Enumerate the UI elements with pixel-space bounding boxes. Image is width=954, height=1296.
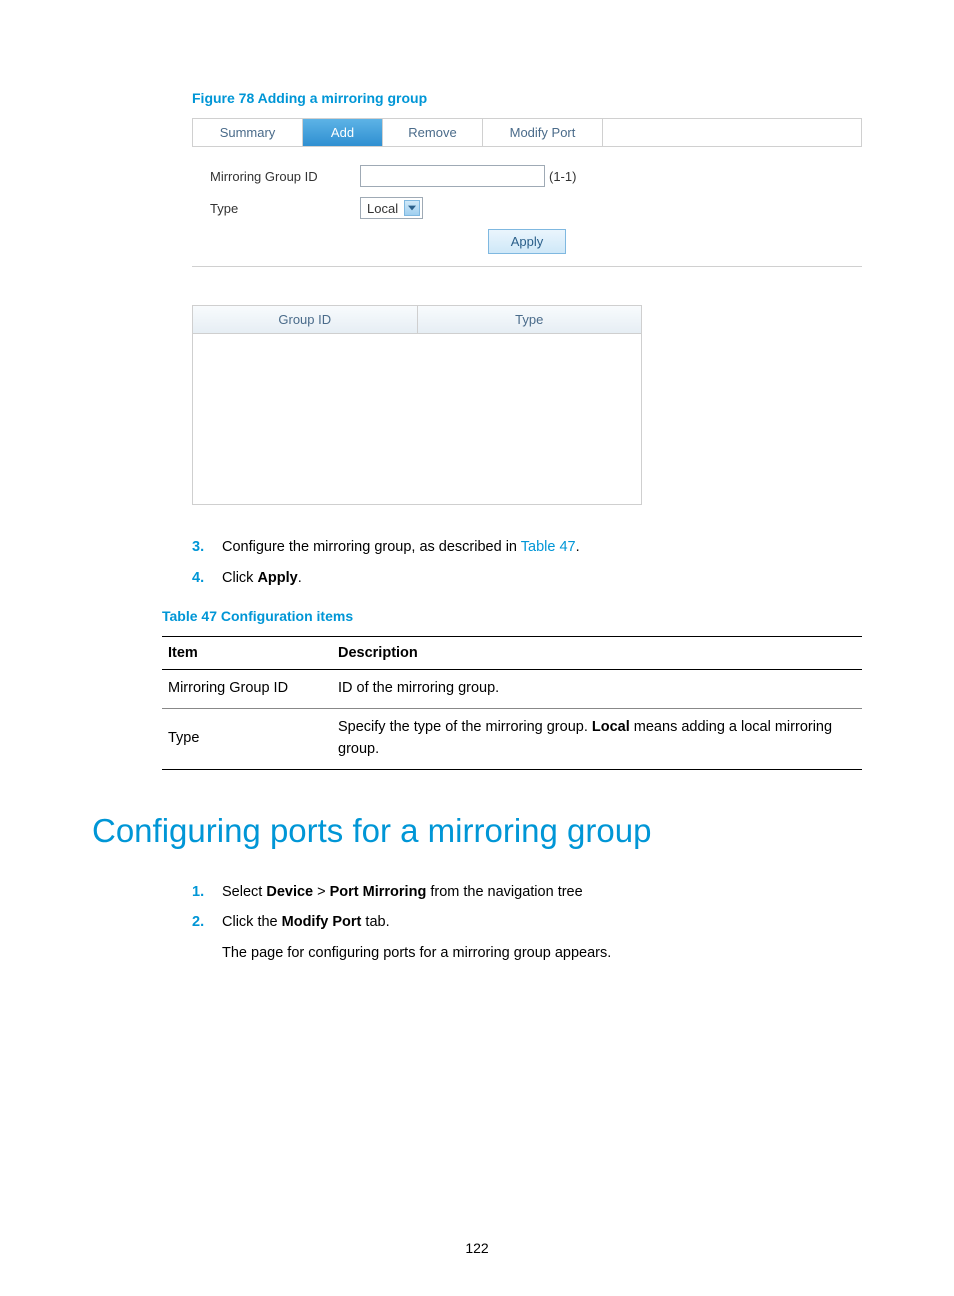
step-2: 2. Click the Modify Port tab. The page f… (192, 910, 862, 965)
tab-add[interactable]: Add (303, 119, 383, 146)
step-4: 4. Click Apply. (192, 566, 862, 591)
label-group-id: Mirroring Group ID (210, 169, 360, 184)
step-text: Click Apply. (222, 566, 862, 591)
cell-desc: Specify the type of the mirroring group.… (332, 709, 862, 770)
datagrid: Group ID Type (192, 305, 642, 505)
datagrid-body (193, 334, 641, 504)
col-group-id: Group ID (193, 306, 418, 333)
form-area: Mirroring Group ID (1-1) Type Local Appl… (192, 147, 862, 267)
apply-button[interactable]: Apply (488, 229, 567, 254)
step-number: 4. (192, 566, 222, 591)
th-item: Item (162, 637, 332, 670)
step-1: 1. Select Device > Port Mirroring from t… (192, 880, 862, 905)
table-row: Type Specify the type of the mirroring g… (162, 709, 862, 770)
row-type: Type Local (210, 197, 844, 219)
table-row: Mirroring Group ID ID of the mirroring g… (162, 670, 862, 709)
screenshot-panel: Summary Add Remove Modify Port Mirroring… (192, 118, 862, 267)
select-type-value: Local (367, 201, 398, 216)
step-number: 1. (192, 880, 222, 905)
config-table: Item Description Mirroring Group ID ID o… (162, 636, 862, 769)
table-caption: Table 47 Configuration items (162, 608, 862, 624)
tab-remove[interactable]: Remove (383, 119, 483, 146)
step-text: Select Device > Port Mirroring from the … (222, 880, 862, 905)
tab-summary[interactable]: Summary (193, 119, 303, 146)
step-number: 3. (192, 535, 222, 560)
cell-desc: ID of the mirroring group. (332, 670, 862, 709)
step-3: 3. Configure the mirroring group, as des… (192, 535, 862, 560)
chevron-down-icon (404, 200, 420, 216)
cell-item: Type (162, 709, 332, 770)
th-description: Description (332, 637, 862, 670)
section-heading: Configuring ports for a mirroring group (92, 812, 862, 850)
figure-caption: Figure 78 Adding a mirroring group (192, 90, 862, 106)
step-text: Configure the mirroring group, as descri… (222, 535, 862, 560)
cell-item: Mirroring Group ID (162, 670, 332, 709)
input-group-id[interactable] (360, 165, 545, 187)
page-number: 122 (0, 1240, 954, 1256)
tab-modify-port[interactable]: Modify Port (483, 119, 603, 146)
row-group-id: Mirroring Group ID (1-1) (210, 165, 844, 187)
tab-spacer (603, 119, 861, 146)
datagrid-area: Group ID Type (192, 305, 642, 505)
link-table-47[interactable]: Table 47 (521, 539, 576, 555)
step-number: 2. (192, 910, 222, 965)
step-list-a: 3. Configure the mirroring group, as des… (192, 535, 862, 590)
group-id-range: (1-1) (549, 169, 576, 184)
tab-bar: Summary Add Remove Modify Port (192, 118, 862, 147)
col-type: Type (418, 306, 642, 333)
datagrid-header: Group ID Type (193, 306, 641, 334)
label-type: Type (210, 201, 360, 216)
select-type[interactable]: Local (360, 197, 423, 219)
step-subtext: The page for configuring ports for a mir… (222, 941, 862, 966)
step-list-b: 1. Select Device > Port Mirroring from t… (192, 880, 862, 966)
step-text: Click the Modify Port tab. The page for … (222, 910, 862, 965)
